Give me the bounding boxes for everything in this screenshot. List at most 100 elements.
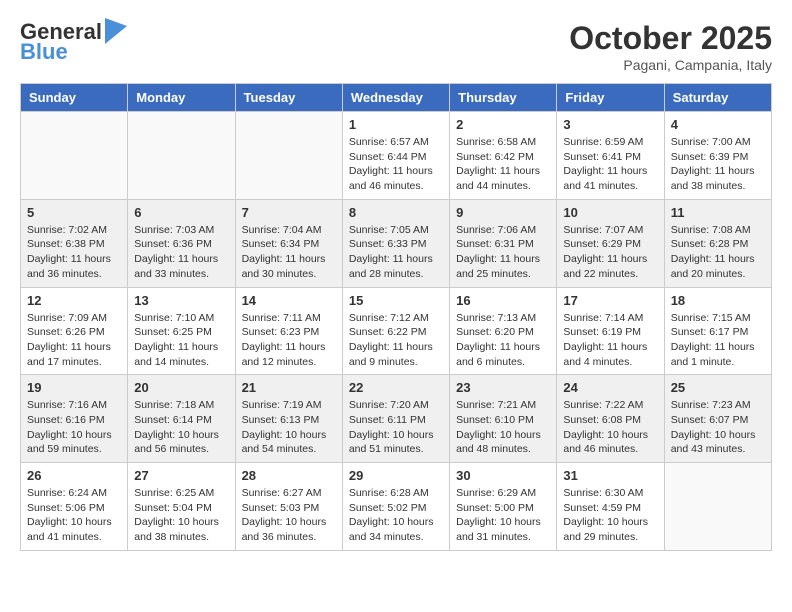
- day-info: Sunrise: 6:25 AMSunset: 5:04 PMDaylight:…: [134, 486, 228, 545]
- month-title: October 2025: [569, 20, 772, 57]
- calendar-cell: 17 Sunrise: 7:14 AMSunset: 6:19 PMDayligh…: [557, 287, 664, 375]
- day-info: Sunrise: 7:14 AMSunset: 6:19 PMDaylight:…: [563, 311, 657, 370]
- day-info: Sunrise: 7:03 AMSunset: 6:36 PMDaylight:…: [134, 223, 228, 282]
- logo-icon: [105, 18, 127, 44]
- day-number: 19: [27, 380, 121, 395]
- day-info: Sunrise: 7:10 AMSunset: 6:25 PMDaylight:…: [134, 311, 228, 370]
- calendar-week-row: 1 Sunrise: 6:57 AMSunset: 6:44 PMDaylight…: [21, 112, 772, 200]
- day-info: Sunrise: 7:15 AMSunset: 6:17 PMDaylight:…: [671, 311, 765, 370]
- day-number: 9: [456, 205, 550, 220]
- day-info: Sunrise: 7:02 AMSunset: 6:38 PMDaylight:…: [27, 223, 121, 282]
- calendar-cell: 30 Sunrise: 6:29 AMSunset: 5:00 PMDayligh…: [450, 463, 557, 551]
- day-number: 3: [563, 117, 657, 132]
- calendar-header-row: SundayMondayTuesdayWednesdayThursdayFrid…: [21, 84, 772, 112]
- day-number: 4: [671, 117, 765, 132]
- day-info: Sunrise: 7:23 AMSunset: 6:07 PMDaylight:…: [671, 398, 765, 457]
- day-info: Sunrise: 6:30 AMSunset: 4:59 PMDaylight:…: [563, 486, 657, 545]
- calendar-cell: 19 Sunrise: 7:16 AMSunset: 6:16 PMDayligh…: [21, 375, 128, 463]
- day-number: 7: [242, 205, 336, 220]
- weekday-header: Saturday: [664, 84, 771, 112]
- day-info: Sunrise: 7:18 AMSunset: 6:14 PMDaylight:…: [134, 398, 228, 457]
- day-number: 15: [349, 293, 443, 308]
- day-info: Sunrise: 6:58 AMSunset: 6:42 PMDaylight:…: [456, 135, 550, 194]
- calendar-week-row: 12 Sunrise: 7:09 AMSunset: 6:26 PMDayligh…: [21, 287, 772, 375]
- day-number: 6: [134, 205, 228, 220]
- day-info: Sunrise: 7:07 AMSunset: 6:29 PMDaylight:…: [563, 223, 657, 282]
- calendar-cell: 31 Sunrise: 6:30 AMSunset: 4:59 PMDayligh…: [557, 463, 664, 551]
- weekday-header: Sunday: [21, 84, 128, 112]
- day-number: 8: [349, 205, 443, 220]
- calendar-cell: 20 Sunrise: 7:18 AMSunset: 6:14 PMDayligh…: [128, 375, 235, 463]
- page-header: General Blue October 2025 Pagani, Campan…: [20, 20, 772, 73]
- day-info: Sunrise: 7:19 AMSunset: 6:13 PMDaylight:…: [242, 398, 336, 457]
- weekday-header: Thursday: [450, 84, 557, 112]
- weekday-header: Tuesday: [235, 84, 342, 112]
- calendar-cell: 25 Sunrise: 7:23 AMSunset: 6:07 PMDayligh…: [664, 375, 771, 463]
- weekday-header: Friday: [557, 84, 664, 112]
- day-number: 18: [671, 293, 765, 308]
- calendar-table: SundayMondayTuesdayWednesdayThursdayFrid…: [20, 83, 772, 551]
- day-number: 11: [671, 205, 765, 220]
- calendar-cell: 26 Sunrise: 6:24 AMSunset: 5:06 PMDayligh…: [21, 463, 128, 551]
- day-number: 30: [456, 468, 550, 483]
- day-info: Sunrise: 7:08 AMSunset: 6:28 PMDaylight:…: [671, 223, 765, 282]
- day-info: Sunrise: 7:22 AMSunset: 6:08 PMDaylight:…: [563, 398, 657, 457]
- day-info: Sunrise: 7:04 AMSunset: 6:34 PMDaylight:…: [242, 223, 336, 282]
- day-info: Sunrise: 7:16 AMSunset: 6:16 PMDaylight:…: [27, 398, 121, 457]
- day-info: Sunrise: 7:06 AMSunset: 6:31 PMDaylight:…: [456, 223, 550, 282]
- day-number: 14: [242, 293, 336, 308]
- calendar-cell: 15 Sunrise: 7:12 AMSunset: 6:22 PMDayligh…: [342, 287, 449, 375]
- calendar-cell: 27Sunrise: 6:25 AMSunset: 5:04 PMDayligh…: [128, 463, 235, 551]
- calendar-cell: 13 Sunrise: 7:10 AMSunset: 6:25 PMDayligh…: [128, 287, 235, 375]
- day-number: 29: [349, 468, 443, 483]
- location-subtitle: Pagani, Campania, Italy: [569, 57, 772, 73]
- title-block: October 2025 Pagani, Campania, Italy: [569, 20, 772, 73]
- day-number: 1: [349, 117, 443, 132]
- calendar-cell: 10Sunrise: 7:07 AMSunset: 6:29 PMDayligh…: [557, 199, 664, 287]
- day-info: Sunrise: 7:11 AMSunset: 6:23 PMDaylight:…: [242, 311, 336, 370]
- calendar-cell: [21, 112, 128, 200]
- day-number: 26: [27, 468, 121, 483]
- calendar-cell: 5 Sunrise: 7:02 AMSunset: 6:38 PMDaylight…: [21, 199, 128, 287]
- calendar-cell: 23Sunrise: 7:21 AMSunset: 6:10 PMDayligh…: [450, 375, 557, 463]
- day-number: 16: [456, 293, 550, 308]
- day-info: Sunrise: 6:59 AMSunset: 6:41 PMDaylight:…: [563, 135, 657, 194]
- day-info: Sunrise: 6:27 AMSunset: 5:03 PMDaylight:…: [242, 486, 336, 545]
- calendar-cell: 4 Sunrise: 7:00 AMSunset: 6:39 PMDaylight…: [664, 112, 771, 200]
- day-info: Sunrise: 7:13 AMSunset: 6:20 PMDaylight:…: [456, 311, 550, 370]
- calendar-cell: 1 Sunrise: 6:57 AMSunset: 6:44 PMDaylight…: [342, 112, 449, 200]
- day-info: Sunrise: 6:57 AMSunset: 6:44 PMDaylight:…: [349, 135, 443, 194]
- calendar-cell: 7 Sunrise: 7:04 AMSunset: 6:34 PMDaylight…: [235, 199, 342, 287]
- day-number: 25: [671, 380, 765, 395]
- day-info: Sunrise: 6:29 AMSunset: 5:00 PMDaylight:…: [456, 486, 550, 545]
- logo: General Blue: [20, 20, 127, 64]
- day-number: 28: [242, 468, 336, 483]
- calendar-cell: 16 Sunrise: 7:13 AMSunset: 6:20 PMDayligh…: [450, 287, 557, 375]
- day-info: Sunrise: 7:05 AMSunset: 6:33 PMDaylight:…: [349, 223, 443, 282]
- day-number: 13: [134, 293, 228, 308]
- calendar-cell: 21Sunrise: 7:19 AMSunset: 6:13 PMDayligh…: [235, 375, 342, 463]
- day-number: 20: [134, 380, 228, 395]
- calendar-week-row: 26 Sunrise: 6:24 AMSunset: 5:06 PMDayligh…: [21, 463, 772, 551]
- day-info: Sunrise: 7:12 AMSunset: 6:22 PMDaylight:…: [349, 311, 443, 370]
- calendar-cell: 11 Sunrise: 7:08 AMSunset: 6:28 PMDayligh…: [664, 199, 771, 287]
- calendar-cell: 3 Sunrise: 6:59 AMSunset: 6:41 PMDaylight…: [557, 112, 664, 200]
- weekday-header: Wednesday: [342, 84, 449, 112]
- calendar-week-row: 5 Sunrise: 7:02 AMSunset: 6:38 PMDaylight…: [21, 199, 772, 287]
- day-number: 12: [27, 293, 121, 308]
- day-number: 5: [27, 205, 121, 220]
- calendar-week-row: 19 Sunrise: 7:16 AMSunset: 6:16 PMDayligh…: [21, 375, 772, 463]
- calendar-cell: 9 Sunrise: 7:06 AMSunset: 6:31 PMDaylight…: [450, 199, 557, 287]
- day-info: Sunrise: 7:09 AMSunset: 6:26 PMDaylight:…: [27, 311, 121, 370]
- day-info: Sunrise: 6:24 AMSunset: 5:06 PMDaylight:…: [27, 486, 121, 545]
- calendar-cell: 6 Sunrise: 7:03 AMSunset: 6:36 PMDaylight…: [128, 199, 235, 287]
- day-number: 31: [563, 468, 657, 483]
- calendar-cell: [128, 112, 235, 200]
- calendar-cell: 29Sunrise: 6:28 AMSunset: 5:02 PMDayligh…: [342, 463, 449, 551]
- weekday-header: Monday: [128, 84, 235, 112]
- day-info: Sunrise: 7:00 AMSunset: 6:39 PMDaylight:…: [671, 135, 765, 194]
- day-number: 2: [456, 117, 550, 132]
- day-number: 17: [563, 293, 657, 308]
- calendar-cell: [235, 112, 342, 200]
- day-number: 23: [456, 380, 550, 395]
